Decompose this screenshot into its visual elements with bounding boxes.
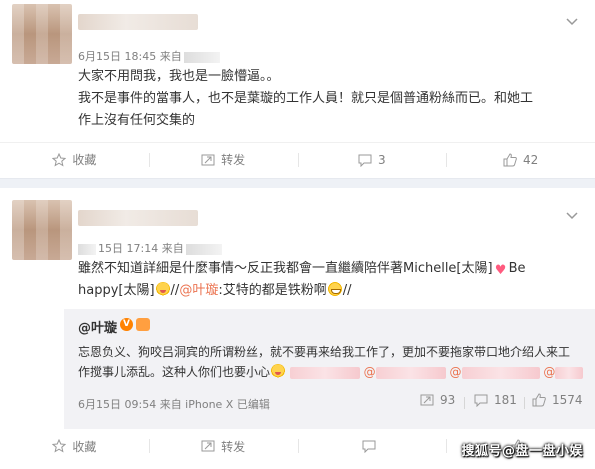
comment-count: 3 — [378, 152, 386, 167]
chevron-down-icon[interactable] — [565, 208, 579, 222]
verified-badge-icon: V — [120, 318, 133, 331]
favorite-button[interactable]: 收藏 — [0, 429, 149, 463]
divider — [524, 397, 525, 409]
post-separator — [0, 178, 595, 188]
post-text-segment: Be — [508, 261, 526, 276]
like-count: 42 — [522, 152, 539, 167]
favorite-label: 收藏 — [72, 153, 97, 167]
post-text-line: 大家不用問我，我也是一臉懵逼。。 — [78, 69, 280, 84]
quoted-repost-button[interactable]: 93 — [420, 393, 455, 407]
post-text-line: 作上沒有任何交集的 — [78, 113, 196, 128]
mention-link[interactable]: @ — [543, 365, 555, 379]
repost-icon — [201, 440, 215, 452]
post-text-segment: :艾特的都是铁粉啊 — [218, 283, 327, 298]
favorite-label: 收藏 — [72, 439, 97, 454]
quoted-repost-count: 93 — [440, 393, 456, 407]
post-text-segment: // — [342, 283, 352, 298]
mention-blurred — [289, 366, 360, 379]
post-meta: 15日 17:14 来自 — [78, 240, 222, 256]
post-text-segment: 雖然不知道詳細是什麼事情～反正我都會一直繼續陪伴著Michelle[太陽] — [78, 261, 493, 276]
repost-icon — [420, 394, 434, 406]
post-text-line: happy[太陽]//@叶璇:艾特的都是铁粉啊// — [78, 280, 578, 302]
quoted-like-count: 1574 — [552, 393, 583, 407]
quoted-text-line: 作搅事儿添乱。这种人你们也要小心 @ @ @ — [78, 362, 588, 382]
weibo-post-1: 6月15日 18:45 来自 大家不用問我，我也是一臉懵逼。。 我不是事件的當事… — [0, 0, 595, 178]
post-meta: 6月15日 18:45 来自 — [78, 48, 220, 64]
star-icon — [52, 152, 67, 167]
repost-button[interactable]: 转发 — [148, 429, 298, 463]
action-bar: 收藏 转发 3 42 — [0, 142, 595, 176]
like-button[interactable]: 42 — [446, 143, 595, 176]
mention-link[interactable]: @ — [450, 365, 462, 379]
repost-button[interactable]: 转发 — [148, 143, 298, 176]
mention-blurred — [555, 366, 584, 379]
thumbs-up-icon — [503, 152, 517, 166]
quoted-comment-button[interactable]: 181 — [474, 393, 517, 407]
comment-icon — [474, 394, 488, 407]
thumbs-up-icon — [532, 393, 546, 407]
quoted-author-name[interactable]: @叶璇 — [78, 317, 117, 336]
tongue-face-emoji-icon — [155, 282, 170, 296]
repost-label: 转发 — [221, 153, 246, 167]
watermark: 搜狐号@盘一盘小娱 — [461, 444, 583, 459]
repost-label: 转发 — [221, 439, 246, 454]
mention-link[interactable]: @叶璇 — [179, 283, 218, 298]
comment-button[interactable] — [297, 429, 447, 463]
mention-blurred — [461, 366, 540, 379]
star-icon — [52, 439, 67, 453]
mention-link[interactable]: @ — [364, 365, 376, 379]
favorite-button[interactable]: 收藏 — [0, 143, 149, 176]
post-text-segment: happy[太陽] — [78, 283, 155, 298]
comment-icon — [362, 440, 376, 453]
divider — [464, 397, 465, 409]
smile-emoji-icon — [271, 364, 286, 378]
mention-blurred — [375, 366, 446, 379]
weibo-post-2: 15日 17:14 来自 雖然不知道詳細是什麼事情～反正我都會一直繼續陪伴著Mi… — [0, 188, 595, 469]
quoted-meta: 6月15日 09:54 来自 iPhone X 已编辑 — [78, 398, 270, 411]
quoted-text-line: 忘恩负义、狗咬吕洞宾的所谓粉丝，就不要再来给我工作了，更加不要拖家带口地介绍人来… — [78, 345, 571, 359]
comment-button[interactable]: 3 — [297, 143, 447, 176]
quoted-text-segment: 作搅事儿添乱。这种人你们也要小心 — [78, 365, 271, 379]
avatar-blurred[interactable] — [12, 200, 72, 260]
username-blurred[interactable] — [78, 14, 198, 30]
quoted-post[interactable]: @叶璇 V 忘恩负义、狗咬吕洞宾的所谓粉丝，就不要再来给我工作了，更加不要拖家带… — [64, 309, 595, 429]
heart-emoji-icon: ♥ — [494, 263, 507, 278]
avatar-blurred[interactable] — [12, 4, 72, 64]
member-badge-icon — [136, 318, 150, 331]
post-text-line: 我不是事件的當事人，也不是葉璇的工作人員！就只是個普通粉絲而已。和她工 — [78, 91, 534, 106]
quoted-comment-count: 181 — [494, 393, 517, 407]
chevron-down-icon[interactable] — [565, 14, 579, 28]
quoted-like-button[interactable]: 1574 — [532, 393, 583, 407]
repost-icon — [201, 154, 215, 165]
username-blurred[interactable] — [78, 210, 198, 226]
post-text-line: 雖然不知道詳細是什麼事情～反正我都會一直繼續陪伴著Michelle[太陽] ♥ Be — [78, 258, 578, 280]
grin-face-emoji-icon — [327, 282, 342, 296]
comment-icon — [358, 154, 372, 167]
post-text-segment: // — [170, 283, 180, 298]
